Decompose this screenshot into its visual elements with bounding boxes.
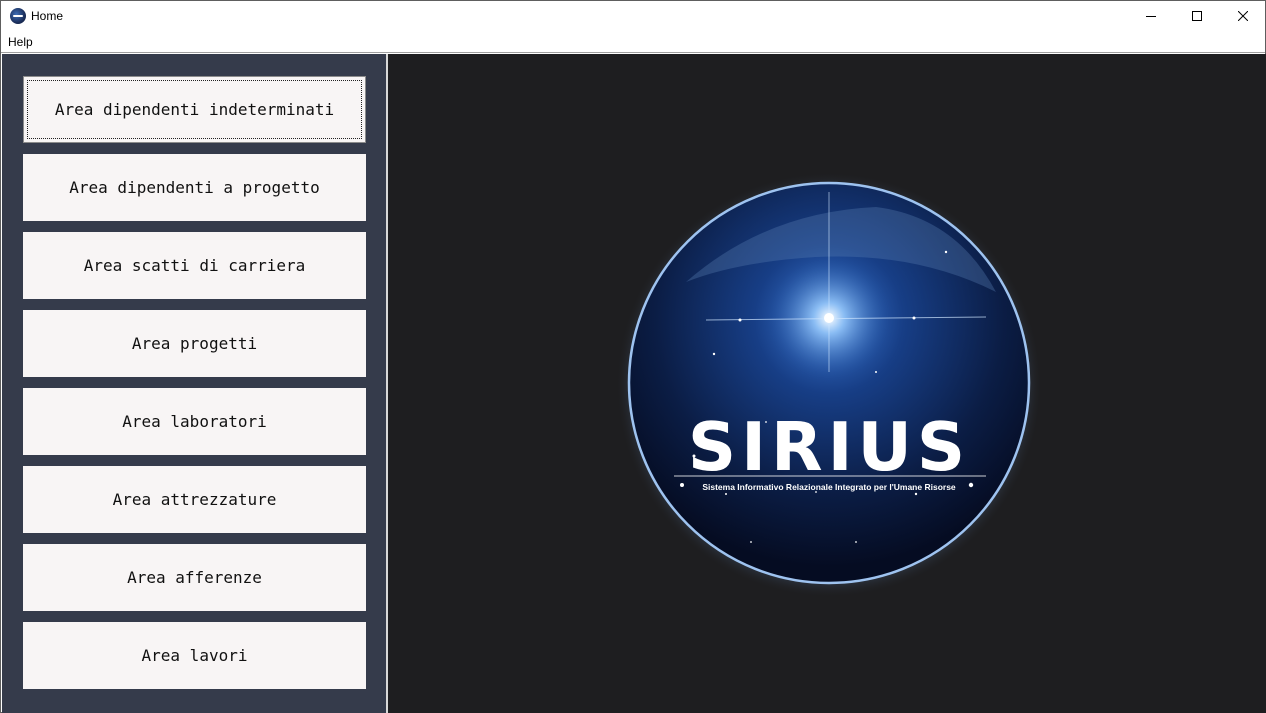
- area-lavori-button[interactable]: Area lavori: [23, 622, 366, 689]
- window-title: Home: [31, 9, 64, 23]
- area-dipendenti-indeterminati-button[interactable]: Area dipendenti indeterminati: [23, 76, 366, 143]
- maximize-button[interactable]: [1174, 1, 1220, 31]
- minimize-button[interactable]: [1128, 1, 1174, 31]
- minimize-icon: [1146, 16, 1156, 17]
- menu-bar: Help: [1, 31, 1265, 53]
- sirius-globe-icon: [10, 8, 26, 24]
- area-dipendenti-a-progetto-button[interactable]: Area dipendenti a progetto: [23, 154, 366, 221]
- area-scatti-di-carriera-button[interactable]: Area scatti di carriera: [23, 232, 366, 299]
- logo-title: SIRIUS: [688, 408, 970, 486]
- area-progetti-button[interactable]: Area progetti: [23, 310, 366, 377]
- area-afferenze-button[interactable]: Area afferenze: [23, 544, 366, 611]
- area-laboratori-button[interactable]: Area laboratori: [23, 388, 366, 455]
- main-panel: SIRIUS Sistema Informativo Relazionale I…: [388, 54, 1266, 713]
- title-bar[interactable]: Home: [1, 1, 1265, 31]
- area-attrezzature-button[interactable]: Area attrezzature: [23, 466, 366, 533]
- logo-tagline: Sistema Informativo Relazionale Integrat…: [702, 482, 956, 492]
- sidebar: Area dipendenti indeterminati Area dipen…: [2, 54, 388, 713]
- application-window: Home Help Area dipendenti indeterminati …: [0, 0, 1266, 713]
- close-icon: [1238, 11, 1248, 21]
- sirius-logo: SIRIUS Sistema Informativo Relazionale I…: [616, 172, 1042, 598]
- menu-help[interactable]: Help: [8, 35, 33, 49]
- maximize-icon: [1192, 11, 1202, 21]
- close-button[interactable]: [1220, 1, 1266, 31]
